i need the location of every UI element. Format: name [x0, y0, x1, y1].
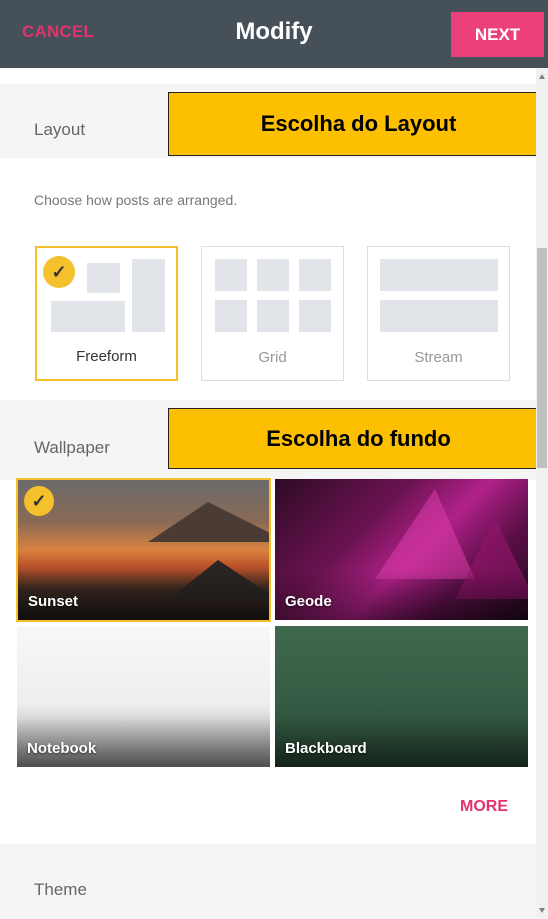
layout-option-label: Stream [414, 349, 463, 366]
grid-block [299, 300, 331, 332]
wallpaper-option-label: Blackboard [285, 740, 367, 757]
scrollbar-thumb[interactable] [537, 248, 547, 468]
grid-block [215, 300, 247, 332]
layout-option-stream[interactable]: Stream [367, 246, 510, 381]
theme-section-header: Theme [0, 844, 536, 919]
grid-block [215, 259, 247, 291]
freeform-block [87, 263, 120, 293]
grid-block [257, 259, 289, 291]
wallpaper-callout: Escolha do fundo [168, 408, 536, 469]
grid-block [257, 300, 289, 332]
freeform-block [132, 259, 165, 332]
wallpaper-option-label: Sunset [28, 593, 79, 610]
layout-callout: Escolha do Layout [168, 92, 536, 156]
grid-block [299, 259, 331, 291]
wallpaper-option-geode[interactable]: Geode [275, 479, 528, 620]
wallpaper-option-label: Geode [285, 593, 332, 610]
layout-option-grid[interactable]: Grid [201, 246, 344, 381]
layout-option-label: Grid [258, 349, 287, 366]
layout-option-label: Freeform [76, 348, 137, 365]
wallpaper-section-label: Wallpaper [34, 438, 110, 457]
scrollbar[interactable] [536, 68, 548, 919]
top-bar: CANCEL Modify NEXT [0, 0, 548, 68]
mountain-shape [148, 502, 269, 542]
wallpaper-option-blackboard[interactable]: Blackboard [275, 626, 528, 767]
layout-description: Choose how posts are arranged. [34, 192, 238, 208]
arrow-up-icon[interactable] [539, 74, 545, 79]
next-button[interactable]: NEXT [451, 12, 544, 57]
arrow-down-icon[interactable] [539, 908, 545, 913]
wallpaper-option-label: Notebook [27, 740, 97, 757]
theme-section-label: Theme [34, 880, 87, 899]
modify-panel: Layout Escolha do Layout Choose how post… [0, 68, 536, 919]
stream-block [380, 300, 498, 332]
layout-option-freeform[interactable]: ✓ Freeform [35, 246, 178, 381]
wallpaper-option-sunset[interactable]: ✓ Sunset [16, 478, 271, 622]
wallpaper-option-notebook[interactable]: Notebook [17, 626, 270, 767]
more-wallpapers-button[interactable]: MORE [460, 798, 508, 816]
freeform-block [51, 301, 125, 332]
layout-section-label: Layout [34, 120, 86, 139]
checkmark-icon: ✓ [24, 486, 54, 516]
stream-block [380, 259, 498, 291]
checkmark-icon: ✓ [43, 256, 75, 288]
